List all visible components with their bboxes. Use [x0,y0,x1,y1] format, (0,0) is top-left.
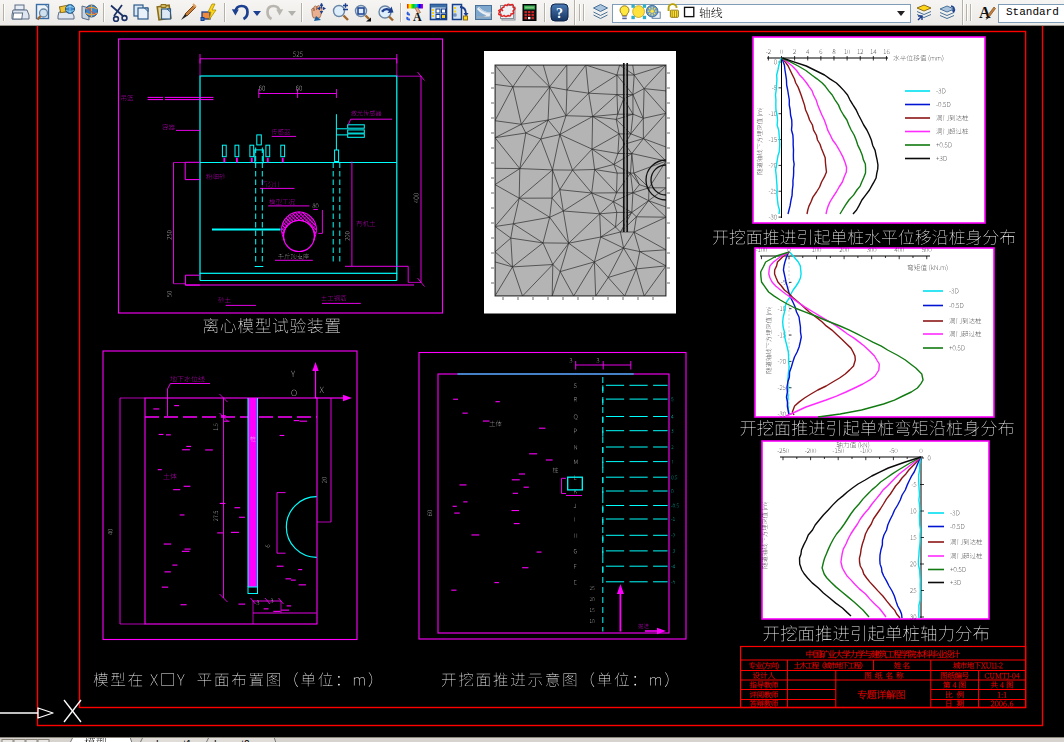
svg-text:Layout2: Layout2 [214,739,250,742]
svg-text:A: A [979,4,991,21]
svg-text:Layout1: Layout1 [156,739,192,742]
